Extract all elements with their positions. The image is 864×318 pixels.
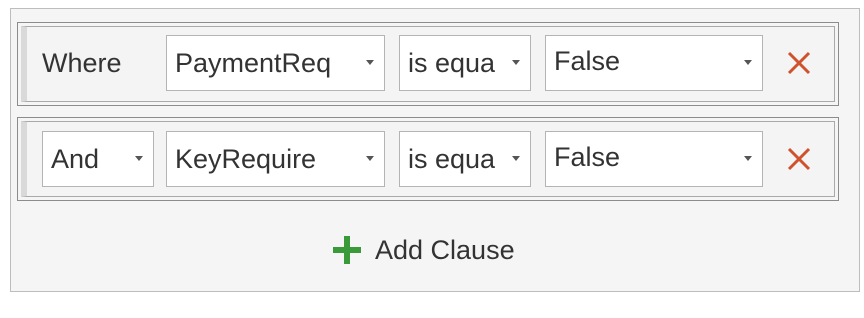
connector-dropdown-2[interactable]: And <box>42 131 154 187</box>
value-dropdown-1-value: False <box>554 46 621 76</box>
operator-dropdown-2[interactable]: is equa <box>399 131 531 187</box>
value-dropdown-2[interactable]: False <box>545 131 763 187</box>
chevron-down-icon <box>744 156 752 161</box>
operator-dropdown-1-value: is equa <box>408 48 496 78</box>
remove-clause-1-button[interactable] <box>786 50 812 76</box>
field-dropdown-1-value: PaymentReq <box>175 48 332 78</box>
chevron-down-icon <box>512 60 520 65</box>
chevron-down-icon <box>135 156 143 161</box>
chevron-down-icon <box>366 156 374 161</box>
operator-dropdown-1[interactable]: is equa <box>399 35 531 91</box>
close-icon <box>787 147 811 171</box>
field-dropdown-1[interactable]: PaymentReq <box>166 35 385 91</box>
remove-clause-2-button[interactable] <box>786 146 812 172</box>
value-dropdown-2-value: False <box>554 142 621 172</box>
close-icon <box>787 51 811 75</box>
chevron-down-icon <box>744 60 752 65</box>
chevron-down-icon <box>366 60 374 65</box>
field-dropdown-2[interactable]: KeyRequire <box>166 131 385 187</box>
where-label: Where <box>42 48 122 78</box>
field-dropdown-2-value: KeyRequire <box>175 144 317 174</box>
chevron-down-icon <box>512 156 520 161</box>
value-dropdown-1[interactable]: False <box>545 35 763 91</box>
operator-dropdown-2-value: is equa <box>408 144 496 174</box>
connector-dropdown-2-value: And <box>51 144 100 174</box>
add-clause-label: Add Clause <box>375 234 515 265</box>
add-clause-button[interactable]: Add Clause <box>331 230 515 270</box>
plus-icon <box>333 236 361 264</box>
panel-right-border <box>859 8 860 292</box>
